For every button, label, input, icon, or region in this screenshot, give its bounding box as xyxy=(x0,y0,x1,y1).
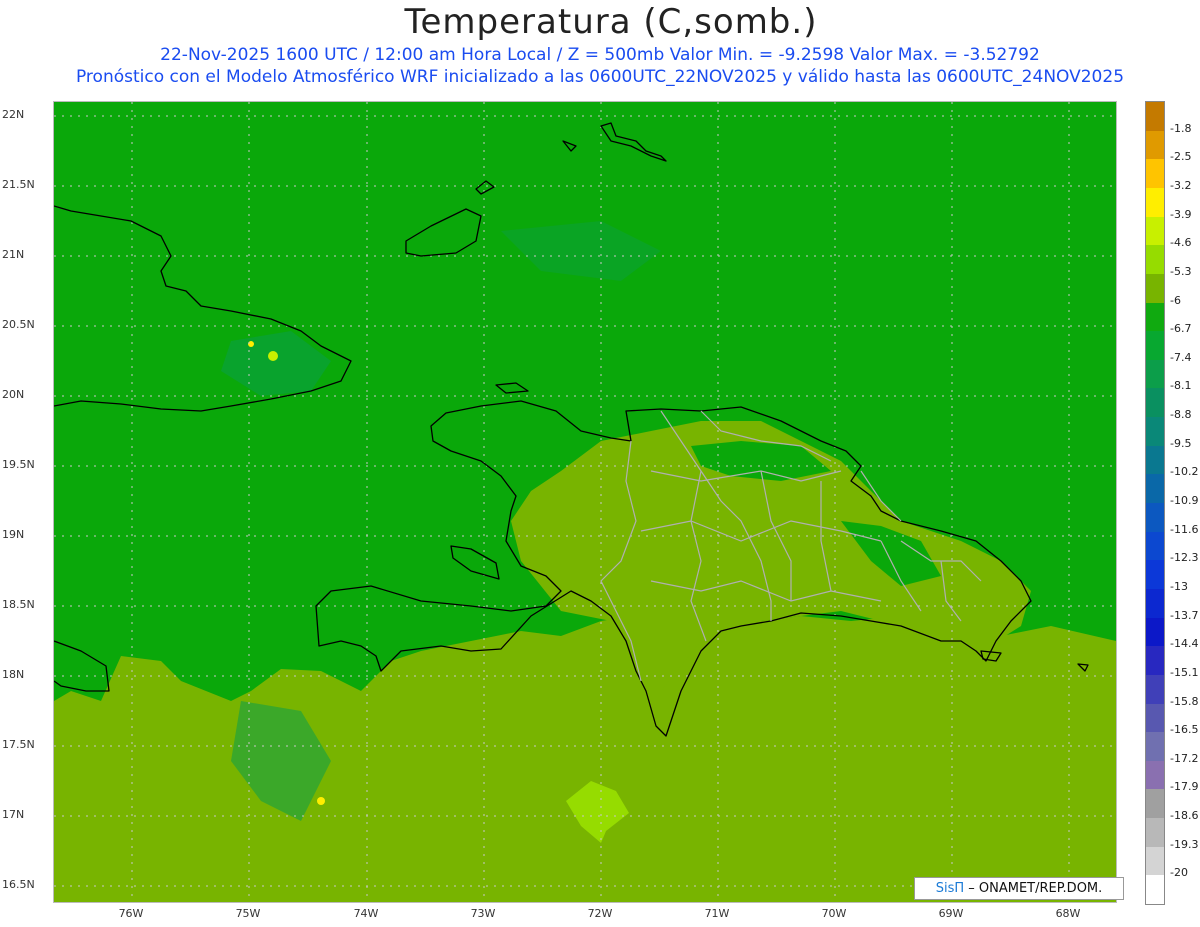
colorbar-swatch xyxy=(1146,846,1164,876)
colorbar-label: -7.4 xyxy=(1170,350,1192,364)
colorbar-swatch xyxy=(1146,302,1164,332)
colorbar-label: -1.8 xyxy=(1170,121,1192,135)
lat-label: 20.5N xyxy=(2,318,35,331)
colorbar-label: -10.2 xyxy=(1170,465,1199,479)
colorbar-swatch xyxy=(1146,617,1164,647)
lat-label: 19N xyxy=(2,528,25,541)
temperature-field-map xyxy=(54,102,1116,902)
colorbar-swatch xyxy=(1146,588,1164,619)
colorbar-swatch xyxy=(1146,875,1164,905)
colorbar-swatch xyxy=(1146,760,1164,790)
colorbar-label: -5.3 xyxy=(1170,264,1192,278)
lat-label: 21N xyxy=(2,248,25,261)
chart-title: Temperatura (C,somb.) xyxy=(404,2,818,42)
colorbar-swatch xyxy=(1146,789,1164,819)
lat-label: 21.5N xyxy=(2,178,35,191)
lat-label: 19.5N xyxy=(2,458,35,471)
colorbar-swatch xyxy=(1146,503,1164,533)
lon-label: 76W xyxy=(118,907,144,920)
colorbar-label: -13 xyxy=(1170,579,1188,593)
lat-label: 16.5N xyxy=(2,878,35,891)
colorbar-label: -14.4 xyxy=(1170,637,1199,651)
colorbar-swatch xyxy=(1146,388,1164,418)
colorbar-swatch xyxy=(1146,187,1164,218)
colorbar-swatch xyxy=(1146,818,1164,848)
lat-label: 17N xyxy=(2,808,25,821)
colorbar-swatch xyxy=(1146,646,1164,676)
colorbar-label: -15.1 xyxy=(1170,665,1199,679)
lat-label: 18N xyxy=(2,668,25,681)
colorbar-label: -9.5 xyxy=(1170,436,1192,450)
lon-label: 69W xyxy=(938,907,964,920)
colorbar-swatch xyxy=(1146,674,1164,704)
colorbar-swatch xyxy=(1146,359,1164,389)
colorbar-label: -15.8 xyxy=(1170,694,1199,708)
lon-label: 74W xyxy=(353,907,379,920)
lat-label: 20N xyxy=(2,388,25,401)
colorbar-label: -8.1 xyxy=(1170,379,1192,393)
colorbar-swatch xyxy=(1146,102,1164,132)
colorbar-label: -17.9 xyxy=(1170,780,1199,794)
colorbar-swatch xyxy=(1146,331,1164,361)
colorbar-label: -4.6 xyxy=(1170,236,1192,250)
colorbar-label: -12.3 xyxy=(1170,551,1199,565)
lime-dot-1 xyxy=(268,351,278,361)
colorbar-label: -10.9 xyxy=(1170,494,1199,507)
lon-label: 75W xyxy=(235,907,261,920)
colorbar-swatch xyxy=(1146,560,1164,590)
colorbar-label: -8.8 xyxy=(1170,408,1192,422)
colorbar-label: -18.6 xyxy=(1170,809,1199,823)
lat-label: 17.5N xyxy=(2,738,35,751)
lon-label: 71W xyxy=(704,907,730,920)
colorbar-label: -20 xyxy=(1170,866,1188,880)
colorbar-label: -13.7 xyxy=(1170,608,1199,622)
colorbar-swatch xyxy=(1146,445,1164,475)
colorbar-swatch xyxy=(1146,245,1164,275)
map-panel xyxy=(53,101,1117,903)
credit-text: – ONAMET/REP.DOM. xyxy=(964,881,1103,896)
colorbar-swatch xyxy=(1146,130,1164,160)
colorbar-label: -3.9 xyxy=(1170,207,1192,221)
colorbar xyxy=(1145,101,1165,905)
colorbar-swatch xyxy=(1146,417,1164,447)
colorbar-swatch xyxy=(1146,216,1164,246)
colorbar-swatch xyxy=(1146,531,1164,561)
colorbar-swatch xyxy=(1146,159,1164,189)
subtitle-model-info: Pronóstico con el Modelo Atmosférico WRF… xyxy=(75,67,1125,87)
lon-label: 73W xyxy=(470,907,496,920)
sispi-logo: SisΠ xyxy=(935,881,965,896)
lon-label: 68W xyxy=(1055,907,1081,920)
lat-label: 18.5N xyxy=(2,598,35,611)
colorbar-label: -17.2 xyxy=(1170,751,1199,765)
colorbar-label: -19.3 xyxy=(1170,837,1199,851)
lon-label: 70W xyxy=(821,907,847,920)
lat-label: 22N xyxy=(2,108,25,121)
colorbar-swatch xyxy=(1146,474,1164,504)
colorbar-swatch xyxy=(1146,732,1164,762)
colorbar-swatch xyxy=(1146,273,1164,303)
colorbar-label: -6 xyxy=(1170,293,1181,307)
credit-box: SisΠ – ONAMET/REP.DOM. xyxy=(914,877,1124,900)
colorbar-label: -3.2 xyxy=(1170,178,1192,192)
colorbar-label: -16.5 xyxy=(1170,723,1199,737)
colorbar-label: -11.6 xyxy=(1170,522,1199,536)
subtitle-valid-time: 22-Nov-2025 1600 UTC / 12:00 am Hora Loc… xyxy=(160,45,1040,65)
colorbar-label: -6.7 xyxy=(1170,322,1192,336)
colorbar-label: -2.5 xyxy=(1170,150,1192,164)
lon-label: 72W xyxy=(587,907,613,920)
colorbar-swatch xyxy=(1146,703,1164,733)
lime-dot-3 xyxy=(317,797,325,805)
